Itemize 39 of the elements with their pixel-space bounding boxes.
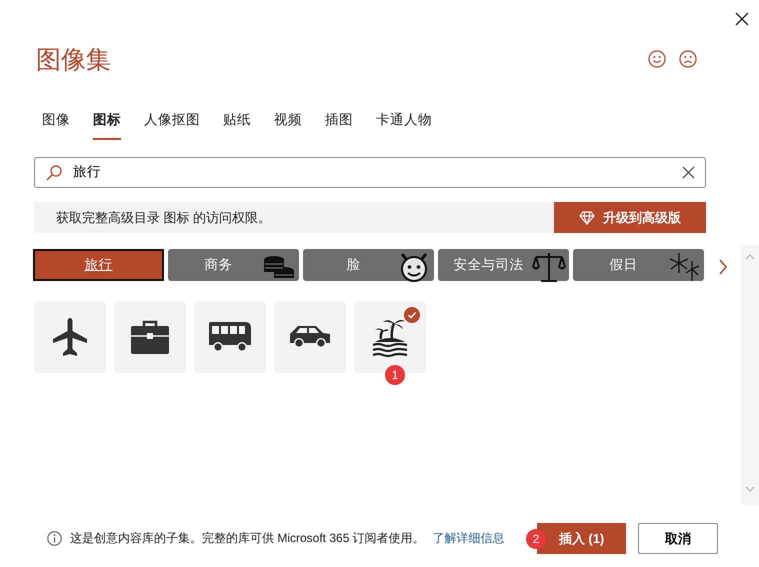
clear-icon[interactable] xyxy=(682,166,695,179)
category-button[interactable]: 安全与司法 xyxy=(438,249,569,281)
learn-more-link[interactable]: 了解详细信息 xyxy=(432,529,505,547)
upgrade-button[interactable]: 升级到高级版 xyxy=(554,202,706,233)
category-button[interactable]: 旅行 xyxy=(33,249,164,281)
banner-text: 获取完整高级目录 图标 的访问权限。 xyxy=(55,208,272,227)
category-button[interactable]: 假日 xyxy=(573,249,704,281)
info-text: 这是创意内容库的子集。完整的库可供 Microsoft 365 订阅者使用。 xyxy=(70,530,425,547)
diamond-icon xyxy=(579,210,595,224)
briefcase-icon xyxy=(130,319,170,355)
tab[interactable]: 图标 xyxy=(93,108,121,140)
tab[interactable]: 卡通人物 xyxy=(376,108,432,140)
tab[interactable]: 视频 xyxy=(274,108,302,140)
frown-icon[interactable] xyxy=(679,50,697,68)
tab[interactable]: 人像抠图 xyxy=(144,108,200,140)
category-button[interactable]: 商务 xyxy=(168,249,299,281)
icon-tile[interactable] xyxy=(274,301,346,373)
info-icon xyxy=(47,530,62,546)
bus-icon xyxy=(208,321,252,353)
tab[interactable]: 贴纸 xyxy=(223,108,251,140)
tab[interactable]: 图像 xyxy=(42,108,70,140)
icon-tile[interactable] xyxy=(194,301,266,373)
category-button[interactable]: 脸 xyxy=(303,249,434,281)
scales-icon xyxy=(532,251,566,283)
tab[interactable]: 插图 xyxy=(325,108,353,140)
search-icon xyxy=(45,164,63,182)
search-box[interactable]: 旅行 xyxy=(34,157,706,188)
smile-icon[interactable] xyxy=(648,50,666,68)
icon-tile[interactable] xyxy=(114,301,186,373)
cancel-button[interactable]: 取消 xyxy=(638,523,718,554)
icon-tile[interactable] xyxy=(34,301,106,373)
step-marker: 2 xyxy=(526,529,546,549)
fireworks-icon xyxy=(667,251,701,283)
step-marker: 1 xyxy=(385,365,405,385)
car-icon xyxy=(288,324,332,350)
scrollbar[interactable] xyxy=(741,245,759,505)
airplane-icon xyxy=(52,317,88,357)
dialog-title: 图像集 xyxy=(36,46,111,76)
check-icon xyxy=(404,307,420,323)
